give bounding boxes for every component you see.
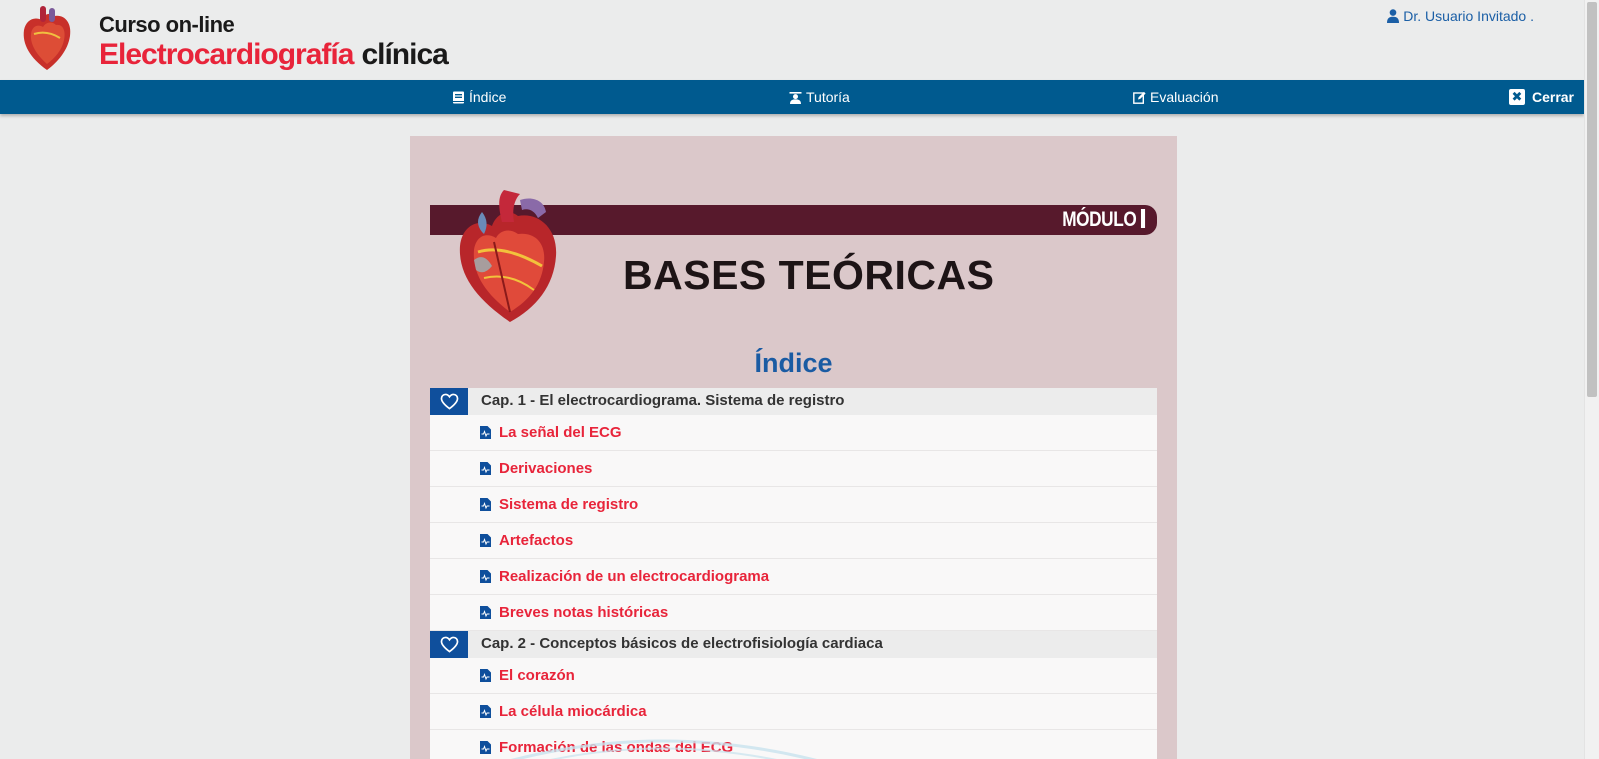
document-ecg-icon: [480, 705, 491, 718]
index-title: Índice: [754, 348, 833, 378]
chapter-title[interactable]: Cap. 2 - Conceptos básicos de electrofis…: [481, 635, 883, 652]
lesson-item[interactable]: La señal del ECG: [430, 415, 1157, 451]
lesson-item[interactable]: Breves notas históricas: [430, 595, 1157, 631]
nav-cerrar-label: Cerrar: [1531, 89, 1574, 105]
module-label: MÓDULO: [1062, 208, 1145, 232]
edit-icon: [1133, 91, 1146, 104]
lesson-title: Formación de las ondas del ECG: [499, 739, 734, 756]
lesson-title: Derivaciones: [499, 460, 593, 477]
logo-line2: Electrocardiografía clínica: [99, 38, 449, 72]
document-ecg-icon: [480, 426, 491, 439]
document-ecg-icon: [480, 462, 491, 475]
book-icon: [453, 91, 464, 103]
heart-outline-icon: [440, 636, 458, 653]
document-ecg-icon: [480, 570, 491, 583]
logo-title-red: Electrocardiografía: [99, 38, 354, 71]
lesson-title: Breves notas históricas: [499, 604, 669, 621]
user-account-link[interactable]: Dr. Usuario Invitado .: [1387, 8, 1534, 24]
chapter-row: Cap. 2 - Conceptos básicos de electrofis…: [430, 631, 1157, 658]
user-name: Dr. Usuario Invitado .: [1403, 8, 1534, 24]
module-panel: MÓDULO BASES TEÓRICAS Índice Cap. 1 - El…: [410, 136, 1177, 759]
nav-tutoria-label: Tutoría: [806, 89, 850, 105]
heart-illustration-icon: [459, 190, 557, 322]
lesson-title: La célula miocárdica: [499, 703, 647, 720]
chapter-title[interactable]: Cap. 1 - El electrocardiograma. Sistema …: [481, 392, 844, 409]
chapter-row: Cap. 1 - El electrocardiograma. Sistema …: [430, 388, 1157, 415]
favorite-button[interactable]: [430, 631, 468, 658]
document-ecg-icon: [480, 606, 491, 619]
lesson-item[interactable]: Formación de las ondas del ECG: [430, 730, 1157, 759]
document-ecg-icon: [480, 741, 491, 754]
logo-line1: Curso on-line: [99, 12, 235, 37]
document-ecg-icon: [480, 669, 491, 682]
lesson-title: Sistema de registro: [499, 496, 639, 513]
lesson-item[interactable]: La célula miocárdica: [430, 694, 1157, 730]
logo-title-dark: clínica: [361, 38, 448, 71]
lesson-title: Artefactos: [499, 532, 574, 549]
lesson-title: La señal del ECG: [499, 424, 622, 441]
logo-heart-icon: [23, 6, 71, 70]
close-icon: ✖: [1508, 89, 1525, 105]
user-icon: [1387, 9, 1400, 23]
site-header: Curso on-line Electrocardiografía clínica…: [0, 0, 1584, 80]
main-nav: Índice Tutoría Evaluación ✖ Cerrar: [0, 80, 1584, 114]
nav-cerrar[interactable]: ✖ Cerrar: [1508, 80, 1574, 114]
favorite-button[interactable]: [430, 388, 468, 415]
lesson-item[interactable]: El corazón: [430, 658, 1157, 694]
nav-tutoria[interactable]: Tutoría: [789, 80, 850, 114]
nav-evaluacion[interactable]: Evaluación: [1133, 80, 1219, 114]
scrollbar-thumb[interactable]: [1587, 2, 1597, 397]
document-ecg-icon: [480, 498, 491, 511]
nav-indice-label: Índice: [469, 89, 507, 105]
lesson-title: Realización de un electrocardiograma: [499, 568, 770, 585]
lesson-item[interactable]: Sistema de registro: [430, 487, 1157, 523]
tutor-icon: [789, 91, 802, 104]
lesson-title: El corazón: [499, 667, 575, 684]
table-of-contents: Cap. 1 - El electrocardiograma. Sistema …: [430, 388, 1157, 759]
lesson-item[interactable]: Derivaciones: [430, 451, 1157, 487]
nav-indice[interactable]: Índice: [452, 80, 506, 114]
lesson-item[interactable]: Realización de un electrocardiograma: [430, 559, 1157, 595]
module-title: BASES TEÓRICAS: [623, 252, 995, 298]
page-scrollbar[interactable]: [1584, 0, 1599, 759]
lesson-item[interactable]: Artefactos: [430, 523, 1157, 559]
document-ecg-icon: [480, 534, 491, 547]
heart-outline-icon: [440, 393, 458, 410]
nav-evaluacion-label: Evaluación: [1150, 89, 1219, 105]
